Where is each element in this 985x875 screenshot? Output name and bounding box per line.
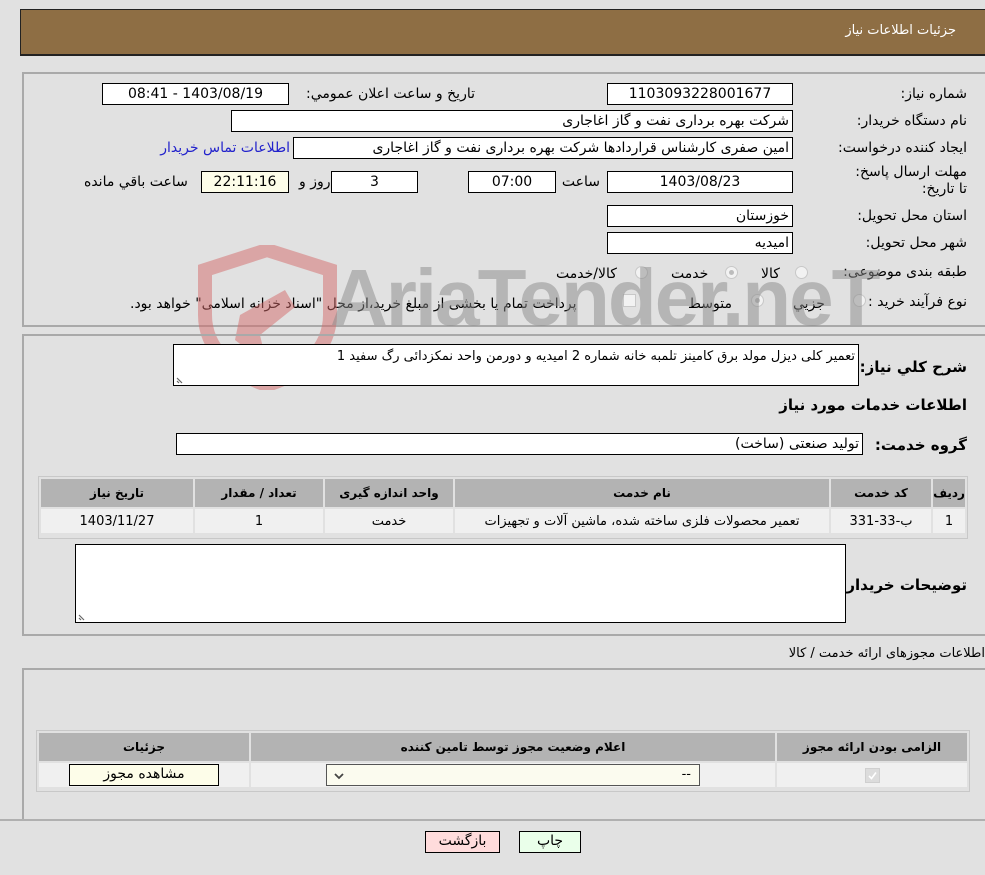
permits-section-title: اطلاعات مجوزهای ارائه خدمت / کالا xyxy=(788,646,985,661)
table-row: 1 ب-33-331 تعمیر محصولات فلزی ساخته شده،… xyxy=(39,507,967,535)
buyer-contact-link[interactable]: اطلاعات تماس خریدار xyxy=(160,140,290,156)
col-quantity: تعداد / مقدار xyxy=(193,477,325,509)
city-field: امیدیه xyxy=(607,232,793,254)
purchase-type-radio-medium[interactable] xyxy=(751,294,764,307)
col-row-number: ردیف xyxy=(931,477,967,509)
permit-required-checkbox xyxy=(864,767,880,783)
treasury-note: پرداخت تمام یا بخشی از مبلغ خرید،از محل … xyxy=(130,296,577,312)
requester-label: ایجاد کننده درخواست: xyxy=(838,140,967,156)
description-text: تعمیر کلی دیزل مولد برق کامینز تلمبه خان… xyxy=(336,349,855,364)
permit-status-select[interactable]: -- xyxy=(326,764,700,786)
remaining-time-field: 22:11:16 xyxy=(201,171,289,193)
cell-quantity: 1 xyxy=(193,507,325,535)
col-need-date: تاریخ نیاز xyxy=(39,477,195,509)
check-icon xyxy=(867,771,877,780)
deadline-label: مهلت ارسال پاسخ: تا تاریخ: xyxy=(855,164,967,197)
col-permit-required: الزامی بودن ارائه مجوز xyxy=(775,731,969,763)
category-label: طبقه بندی موضوعی: xyxy=(843,264,967,280)
city-label: شهر محل تحویل: xyxy=(865,235,967,251)
remaining-time-label: ساعت باقي مانده xyxy=(84,174,188,190)
print-button[interactable]: چاپ xyxy=(519,831,581,853)
services-section-title: اطلاعات خدمات مورد نیاز xyxy=(779,396,967,414)
purchase-type-option-minor: جزيي xyxy=(793,296,825,312)
category-option-goods: کالا xyxy=(761,266,780,282)
category-option-goods-service: کالا/خدمت xyxy=(556,266,617,282)
cell-permit-details: مشاهده مجوز xyxy=(37,761,251,789)
footer-divider xyxy=(0,819,985,821)
cell-permit-status: -- xyxy=(249,761,777,789)
buyer-notes-textarea[interactable] xyxy=(75,544,846,623)
cell-unit: خدمت xyxy=(323,507,455,535)
province-field: خوزستان xyxy=(607,205,793,227)
col-unit: واحد اندازه گیری xyxy=(323,477,455,509)
deadline-date-field: 1403/08/23 xyxy=(607,171,793,193)
announce-datetime-label: تاریخ و ساعت اعلان عمومي: xyxy=(306,86,475,102)
cell-need-date: 1403/11/27 xyxy=(39,507,195,535)
cell-row-number: 1 xyxy=(931,507,967,535)
category-radio-service[interactable] xyxy=(725,266,738,279)
treasury-checkbox[interactable] xyxy=(623,294,636,307)
description-label: شرح کلي نیاز: xyxy=(859,358,967,376)
cell-permit-required xyxy=(775,761,969,789)
requester-field: امین صفری کارشناس قراردادها شرکت بهره بر… xyxy=(293,137,793,159)
buyer-org-field: شرکت بهره برداری نفت و گاز اغاجاری xyxy=(231,110,793,132)
permit-status-value: -- xyxy=(681,767,691,782)
deadline-time-label: ساعت xyxy=(561,174,600,190)
service-group-label: گروه خدمت: xyxy=(874,436,967,454)
resize-handle-icon[interactable] xyxy=(176,376,184,384)
col-permit-status: اعلام وضعیت مجوز توسط تامین کننده xyxy=(249,731,777,763)
col-service-name: نام خدمت xyxy=(453,477,831,509)
back-button[interactable]: بازگشت xyxy=(425,831,500,853)
chevron-down-icon xyxy=(334,773,344,780)
page-title: جزئیات اطلاعات نیاز xyxy=(845,23,956,38)
purchase-type-radio-minor[interactable] xyxy=(853,294,866,307)
services-table: ردیف کد خدمت نام خدمت واحد اندازه گیری ت… xyxy=(39,477,967,535)
buyer-notes-label: توضیحات خریدار: xyxy=(840,576,967,594)
services-table-header: ردیف کد خدمت نام خدمت واحد اندازه گیری ت… xyxy=(39,477,967,509)
deadline-days-field: 3 xyxy=(331,171,418,193)
need-number-field: 1103093228001677 xyxy=(607,83,793,105)
cell-service-name: تعمیر محصولات فلزی ساخته شده، ماشین آلات… xyxy=(453,507,831,535)
table-row: -- مشاهده مجوز xyxy=(37,761,969,789)
purchase-type-label: نوع فرآیند خرید : xyxy=(868,294,967,310)
category-option-service: خدمت xyxy=(671,266,709,282)
province-label: استان محل تحویل: xyxy=(857,208,967,224)
category-radio-goods-service[interactable] xyxy=(635,266,648,279)
permits-table: الزامی بودن ارائه مجوز اعلام وضعیت مجوز … xyxy=(37,731,969,789)
buyer-org-label: نام دستگاه خریدار: xyxy=(856,113,967,129)
cell-service-code: ب-33-331 xyxy=(829,507,933,535)
resize-handle-icon[interactable] xyxy=(78,613,86,621)
need-number-label: شماره نیاز: xyxy=(900,86,968,102)
view-permit-button[interactable]: مشاهده مجوز xyxy=(69,764,219,786)
purchase-type-option-medium: متوسط xyxy=(688,296,732,312)
deadline-time-field: 07:00 xyxy=(468,171,556,193)
col-service-code: کد خدمت xyxy=(829,477,933,509)
deadline-days-label: روز و xyxy=(299,174,331,190)
col-permit-details: جزئیات xyxy=(37,731,251,763)
announce-datetime-field: 1403/08/19 - 08:41 xyxy=(102,83,289,105)
permits-table-header: الزامی بودن ارائه مجوز اعلام وضعیت مجوز … xyxy=(37,731,969,763)
category-radio-goods[interactable] xyxy=(795,266,808,279)
description-textarea[interactable]: تعمیر کلی دیزل مولد برق کامینز تلمبه خان… xyxy=(173,344,859,386)
page-header: جزئیات اطلاعات نیاز xyxy=(20,9,985,56)
service-group-field: تولید صنعتی (ساخت) xyxy=(176,433,863,455)
